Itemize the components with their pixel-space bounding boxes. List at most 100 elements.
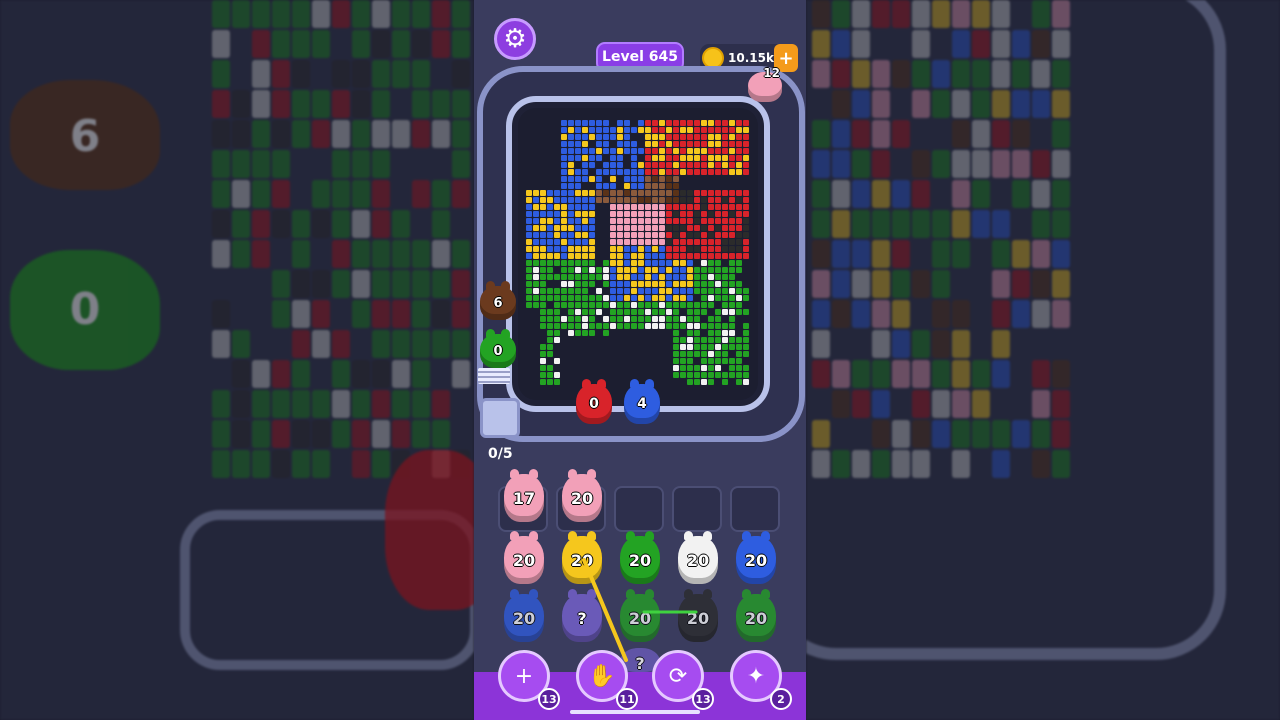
mosaic-pixel (547, 197, 553, 203)
mosaic-pixel (701, 120, 707, 126)
mosaic-pixel (673, 351, 679, 357)
mosaic-pixel (659, 190, 665, 196)
mosaic-pixel (561, 120, 567, 126)
mosaic-pixel (526, 190, 532, 196)
mosaic-pixel (659, 211, 665, 217)
mosaic-pixel (666, 281, 672, 287)
holding-slot-empty[interactable] (614, 486, 664, 532)
mosaic-pixel (715, 197, 721, 203)
mosaic-pixel (603, 141, 609, 147)
mosaic-pixel (722, 372, 728, 378)
mosaic-pixel (687, 281, 693, 287)
mosaic-pixel (554, 302, 560, 308)
mosaic-pixel (540, 302, 546, 308)
mosaic-pixel (673, 218, 679, 224)
queue-pig[interactable]: 20 (736, 531, 776, 584)
coin-value: 10.15k (728, 51, 774, 65)
mosaic-pixel (652, 169, 658, 175)
queue-pig[interactable]: 20 (736, 589, 776, 642)
mosaic-pixel (687, 267, 693, 273)
queue-pig[interactable]: 20 (620, 531, 660, 584)
queue-pig[interactable]: 20 (678, 531, 718, 584)
mosaic-pixel (673, 358, 679, 364)
mosaic-pixel (715, 281, 721, 287)
mosaic-pixel (652, 120, 658, 126)
mosaic-pixel (743, 197, 749, 203)
mosaic-pixel (631, 148, 637, 154)
background-shade (806, 0, 1280, 720)
home-indicator (570, 710, 700, 714)
mosaic-pixel (659, 141, 665, 147)
mosaic-pixel (743, 351, 749, 357)
mosaic-pixel (666, 190, 672, 196)
mosaic-pixel (680, 155, 686, 161)
mosaic-pixel (603, 330, 609, 336)
slot-pig-pink[interactable]: 17 (504, 469, 544, 522)
mosaic-pixel (603, 134, 609, 140)
holding-slot-empty[interactable] (672, 486, 722, 532)
queue-pig[interactable]: 20 (504, 589, 544, 642)
mosaic-pixel (743, 365, 749, 371)
mosaic-pixel (652, 225, 658, 231)
mosaic-pixel (596, 155, 602, 161)
mosaic-pixel (715, 162, 721, 168)
settings-button[interactable]: ⚙ (494, 18, 536, 60)
mosaic-pixel (673, 211, 679, 217)
mosaic-pixel (701, 281, 707, 287)
mosaic-pixel (645, 127, 651, 133)
mosaic-pixel (631, 288, 637, 294)
mosaic-pixel (659, 134, 665, 140)
queue-pig[interactable]: ? (562, 589, 602, 642)
mosaic-pixel (729, 169, 735, 175)
mosaic-pixel (708, 127, 714, 133)
queue-pig[interactable]: 20 (562, 531, 602, 584)
mosaic-pixel (645, 246, 651, 252)
mosaic-pixel (561, 141, 567, 147)
mosaic-pixel (561, 246, 567, 252)
holding-slot-empty[interactable] (730, 486, 780, 532)
mosaic-pixel (610, 267, 616, 273)
mosaic-pixel (659, 162, 665, 168)
mosaic-pixel (624, 274, 630, 280)
mosaic-pixel (708, 246, 714, 252)
queue-pig[interactable]: 20 (678, 589, 718, 642)
mosaic-pixel (638, 176, 644, 182)
mosaic-pixel (659, 323, 665, 329)
pig-stack-indicator (478, 368, 510, 384)
mosaic-pixel (610, 246, 616, 252)
mosaic-pixel (631, 218, 637, 224)
mosaic-pixel (547, 211, 553, 217)
mosaic-pixel (673, 372, 679, 378)
mosaic-pixel (729, 358, 735, 364)
mosaic-pixel (554, 246, 560, 252)
mosaic-pixel (722, 351, 728, 357)
mosaic-pixel (715, 323, 721, 329)
mosaic-pixel (687, 379, 693, 385)
mosaic-pixel (694, 134, 700, 140)
mosaic-pixel (722, 337, 728, 343)
mosaic-pixel (736, 239, 742, 245)
queue-pig[interactable]: 20 (620, 589, 660, 642)
mosaic-pixel (701, 260, 707, 266)
mosaic-pixel (701, 239, 707, 245)
mosaic-pixel (652, 288, 658, 294)
mosaic-pixel (680, 344, 686, 350)
mosaic-pixel (687, 288, 693, 294)
mosaic-pixel (673, 127, 679, 133)
slot-pig-pink[interactable]: 20 (562, 469, 602, 522)
mosaic-pixel (547, 372, 553, 378)
mosaic-pixel (694, 232, 700, 238)
mosaic-pixel (582, 281, 588, 287)
mosaic-pixel (729, 372, 735, 378)
queue-pig[interactable]: 20 (504, 531, 544, 584)
mosaic-pixel (533, 281, 539, 287)
mosaic-pixel (659, 127, 665, 133)
mosaic-pixel (722, 155, 728, 161)
mosaic-pixel (729, 239, 735, 245)
mosaic-pixel (547, 379, 553, 385)
mosaic-pixel (617, 148, 623, 154)
track-pig-red: 0 (576, 379, 612, 424)
mosaic-pixel (638, 302, 644, 308)
track-pig-brown: 6 (480, 281, 516, 320)
mosaic-pixel (582, 232, 588, 238)
